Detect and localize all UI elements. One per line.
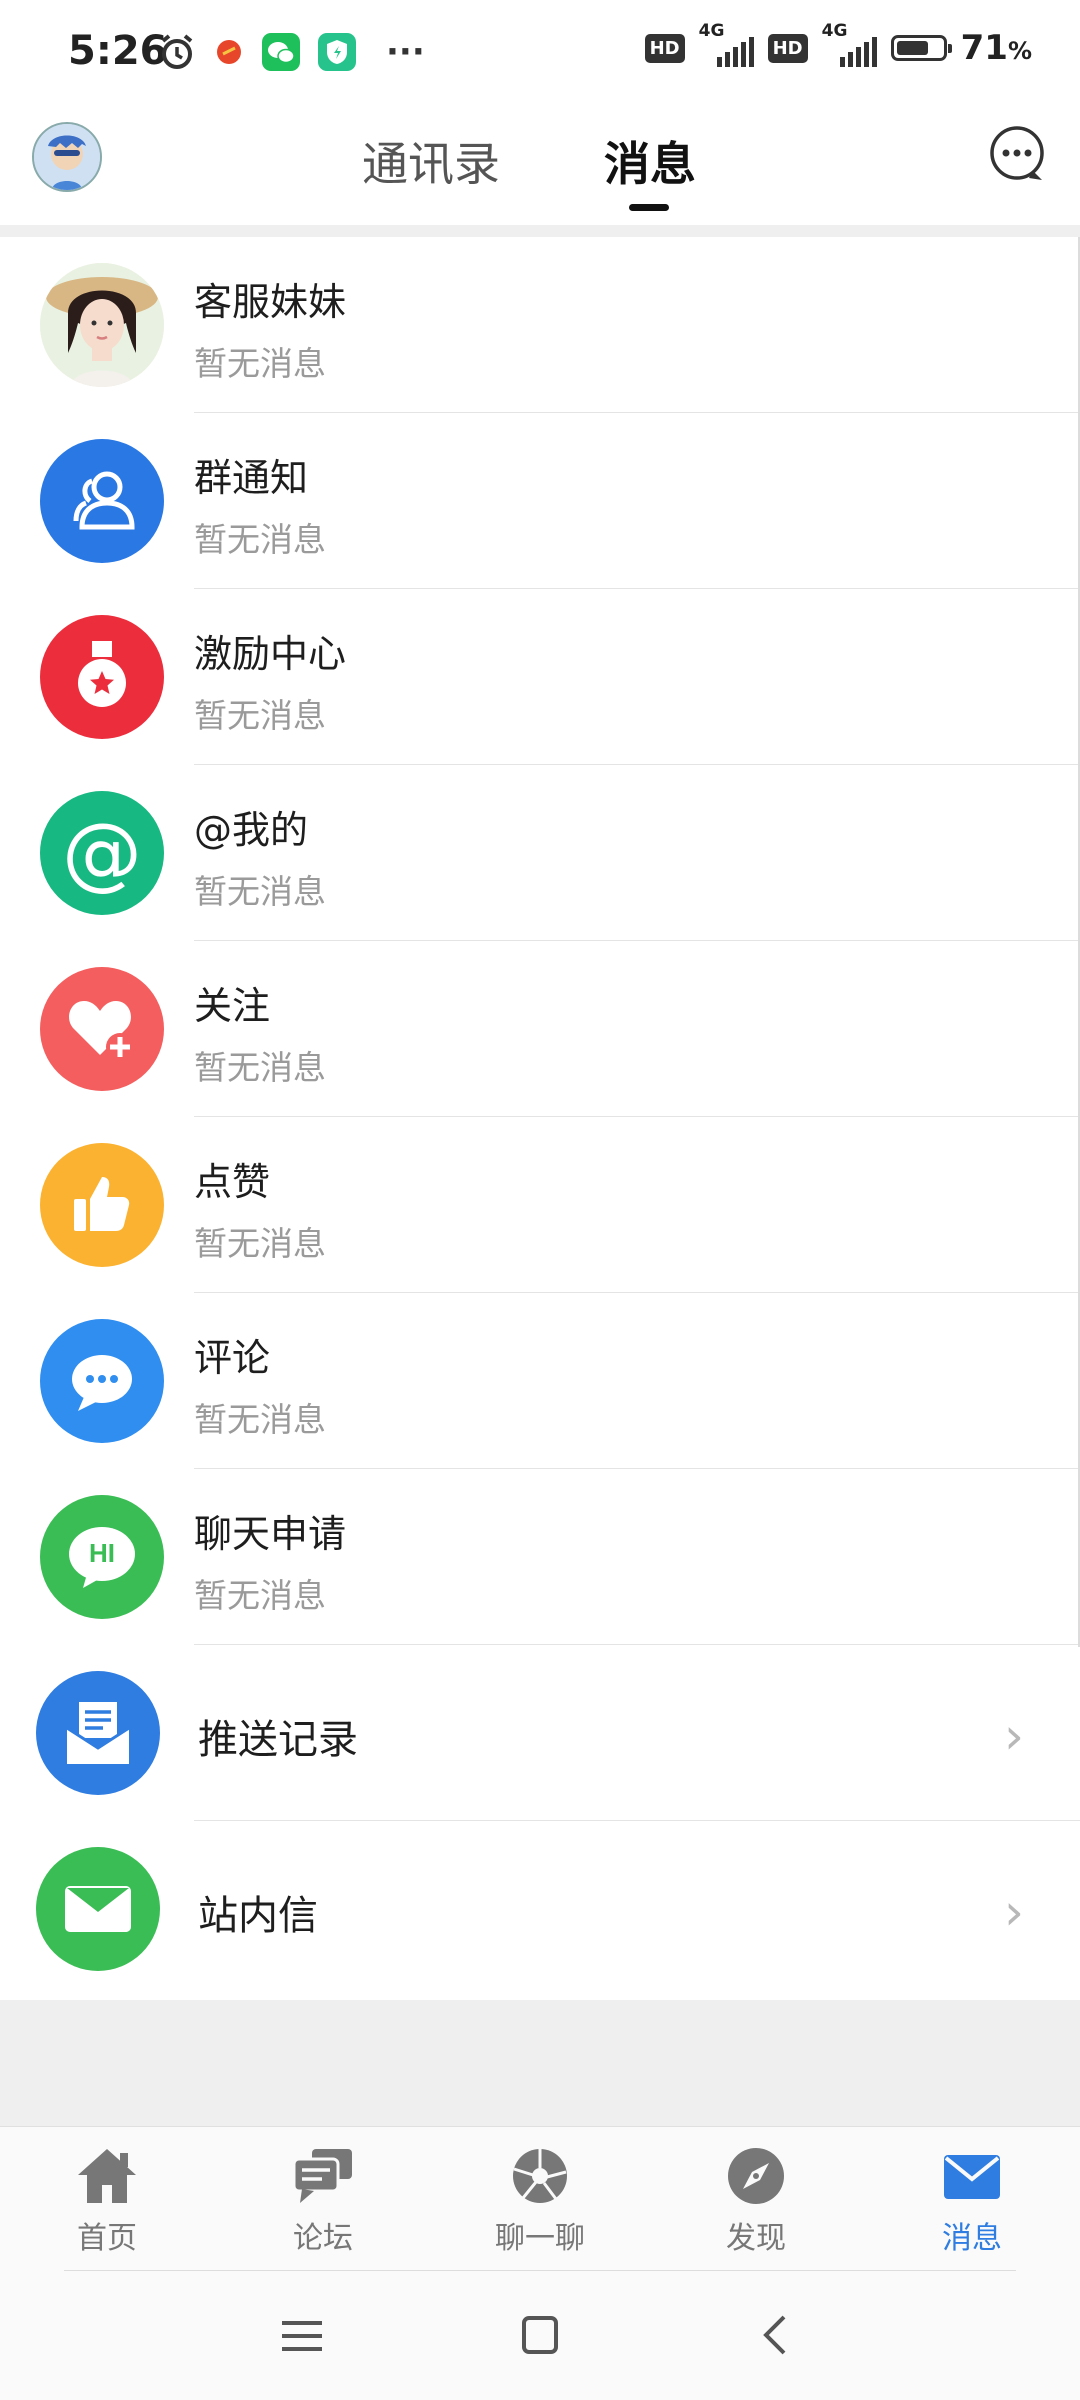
- list-item-follows[interactable]: 关注 暂无消息: [0, 941, 1080, 1117]
- battery-percent: 71%: [960, 28, 1032, 68]
- status-right: HD 4G HD 4G 71%: [644, 21, 1032, 68]
- empty-area: [0, 2000, 1080, 2126]
- list-item-comments[interactable]: 评论 暂无消息: [0, 1293, 1080, 1469]
- list-item-likes[interactable]: 点赞 暂无消息: [0, 1117, 1080, 1293]
- list-item-group-notice[interactable]: 群通知 暂无消息: [0, 413, 1080, 589]
- compass-icon: [728, 2148, 784, 2204]
- back-icon[interactable]: [748, 2313, 808, 2359]
- top-bar: 通讯录 消息: [0, 110, 1080, 225]
- signal-bars-icon-2: [839, 37, 877, 67]
- at-icon: @: [40, 791, 164, 915]
- group-icon: [40, 439, 164, 563]
- chevron-right-icon: ›: [1004, 1707, 1024, 1765]
- nav-label: 消息: [942, 2221, 1002, 2256]
- tab-messages[interactable]: 消息: [604, 128, 696, 194]
- status-notification-icons: ···: [158, 32, 425, 72]
- battery-icon: [890, 35, 952, 61]
- hd-badge-2: HD: [767, 33, 808, 63]
- list-item-subtitle: 暂无消息: [194, 1576, 326, 1615]
- chevron-right-icon: ›: [1004, 1883, 1024, 1941]
- status-bar: 5:26 ··· HD 4G HD 4G 71%: [0, 0, 1080, 110]
- nav-messages[interactable]: 消息: [897, 2145, 1047, 2257]
- forum-icon: [292, 2149, 352, 2203]
- app-notification-icon: [217, 40, 241, 64]
- nav-label: 首页: [77, 2221, 137, 2256]
- list-item-subtitle: 暂无消息: [194, 696, 326, 735]
- list-item-subtitle: 暂无消息: [194, 1400, 326, 1439]
- avatar-image: [34, 124, 100, 190]
- active-tab-indicator: [629, 204, 669, 211]
- list-item-title: 激励中心: [194, 632, 347, 676]
- home-icon: [78, 2149, 136, 2203]
- more-notifications-icon: ···: [386, 32, 425, 72]
- list-item-title: 客服妹妹: [194, 280, 347, 324]
- header-divider: [0, 225, 1080, 237]
- list-item-title: @我的: [194, 808, 309, 852]
- list-item-title: 聊天申请: [194, 1512, 347, 1556]
- nav-chat[interactable]: 聊一聊: [465, 2145, 615, 2257]
- list-item-mentions[interactable]: @ @我的 暂无消息: [0, 765, 1080, 941]
- list-item-subtitle: 暂无消息: [194, 1048, 326, 1087]
- security-shield-icon: [318, 33, 356, 71]
- nav-home[interactable]: 首页: [32, 2145, 182, 2257]
- wechat-icon: [262, 33, 300, 71]
- push-record-row[interactable]: 推送记录 ›: [0, 1645, 1080, 1821]
- list-item-chat-request[interactable]: HI 聊天申请 暂无消息: [0, 1469, 1080, 1645]
- list-item-title: 群通知: [194, 456, 309, 500]
- medal-icon: [40, 615, 164, 739]
- list-item-title: 关注: [194, 984, 271, 1028]
- push-record-icon: [36, 1671, 160, 1795]
- signal-bars-icon: [716, 37, 754, 67]
- hd-badge: HD: [644, 33, 685, 63]
- inbox-label: 站内信: [198, 1893, 318, 1939]
- bottom-nav: 首页 论坛 聊一聊 发现 消息: [0, 2126, 1080, 2271]
- signal-strength-1: 4G: [699, 21, 754, 67]
- menu-icon[interactable]: [272, 2313, 332, 2359]
- tab-contacts[interactable]: 通讯录: [362, 128, 500, 194]
- list-item-subtitle: 暂无消息: [194, 872, 326, 911]
- chat-request-icon: HI: [40, 1495, 164, 1619]
- chat-bubble-icon[interactable]: [986, 124, 1048, 186]
- nav-forum[interactable]: 论坛: [248, 2145, 398, 2257]
- list-item-title: 点赞: [194, 1160, 271, 1204]
- list-item-incentive-center[interactable]: 激励中心 暂无消息: [0, 589, 1080, 765]
- heart-plus-icon: [40, 967, 164, 1091]
- user-avatar[interactable]: [32, 122, 102, 192]
- nav-discover[interactable]: 发现: [681, 2145, 831, 2257]
- message-list: 客服妹妹 暂无消息 群通知 暂无消息 激励中心 暂无消息 @ @我的 暂无消息 …: [0, 237, 1080, 1997]
- signal-strength-2: 4G: [822, 21, 877, 67]
- inbox-row[interactable]: 站内信 ›: [0, 1821, 1080, 1997]
- list-item-customer-service[interactable]: 客服妹妹 暂无消息: [0, 237, 1080, 413]
- nav-label: 发现: [726, 2221, 786, 2256]
- list-item-subtitle: 暂无消息: [194, 344, 326, 383]
- home-square-icon[interactable]: [510, 2313, 570, 2359]
- thumbs-up-icon: [40, 1143, 164, 1267]
- chat-aperture-icon: [513, 2149, 567, 2203]
- nav-label: 论坛: [293, 2221, 353, 2256]
- status-time: 5:26: [68, 28, 168, 74]
- list-item-subtitle: 暂无消息: [194, 1224, 326, 1263]
- list-item-subtitle: 暂无消息: [194, 520, 326, 559]
- list-item-title: 评论: [194, 1336, 271, 1380]
- nav-label: 聊一聊: [495, 2221, 585, 2256]
- alarm-icon: [161, 34, 193, 69]
- system-nav-bar: [0, 2271, 1080, 2400]
- push-record-label: 推送记录: [198, 1717, 358, 1763]
- comment-icon: [40, 1319, 164, 1443]
- customer-service-avatar: [40, 263, 164, 387]
- mail-icon: [36, 1847, 160, 1971]
- envelope-icon: [944, 2155, 1000, 2199]
